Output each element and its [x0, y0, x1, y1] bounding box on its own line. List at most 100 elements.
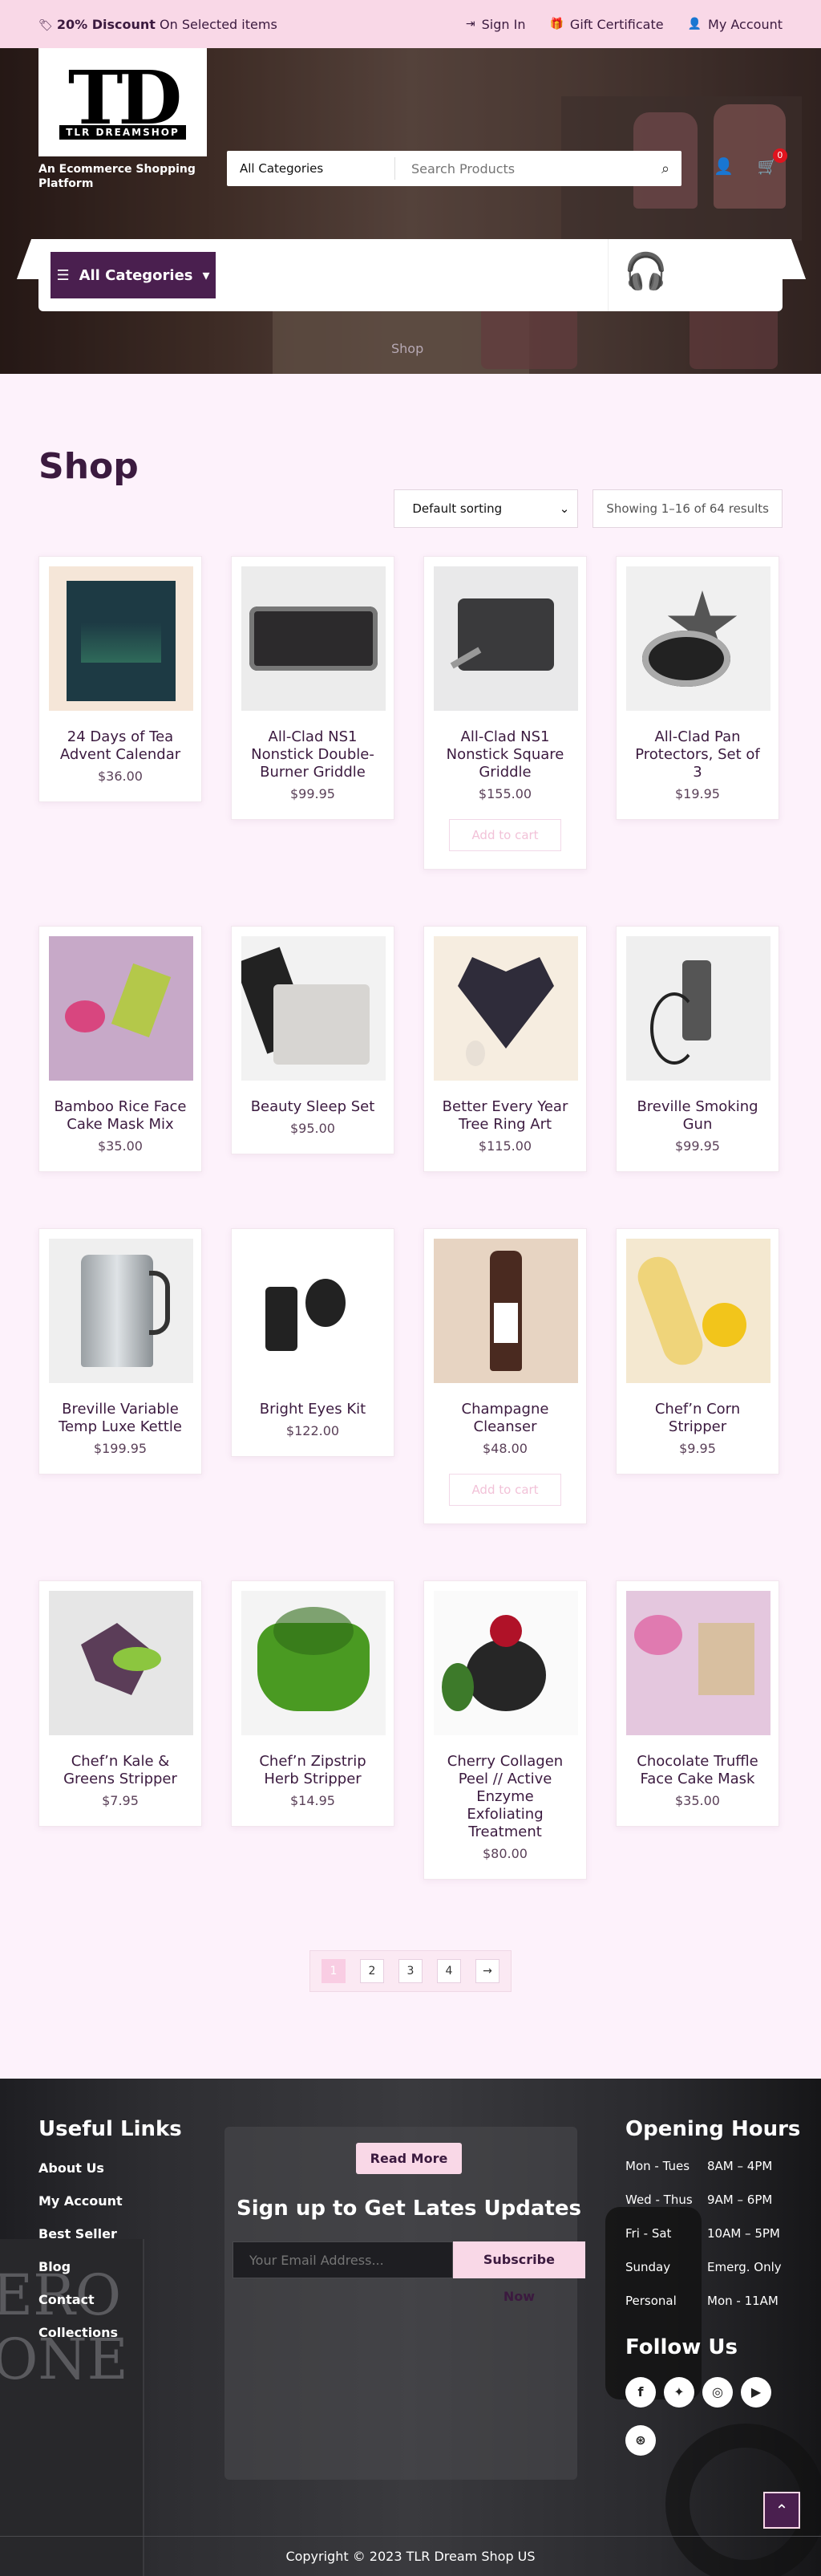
product-image[interactable]: [434, 936, 578, 1081]
subscribe-button[interactable]: Subscribe Now: [452, 2241, 585, 2304]
footer-link[interactable]: About Us: [38, 2160, 182, 2176]
product-title[interactable]: Chef’n Kale & Greens Stripper: [49, 1753, 192, 1788]
gift-certificate-link[interactable]: 🎁 Gift Certificate: [549, 17, 663, 32]
page-link[interactable]: 3: [398, 1959, 423, 1983]
product-price: $155.00: [478, 786, 532, 801]
add-to-cart-button[interactable]: Add to cart: [449, 1474, 561, 1506]
product-title[interactable]: Beauty Sleep Set: [241, 1098, 384, 1116]
product-image[interactable]: [49, 1591, 193, 1735]
product-card[interactable]: All-Clad Pan Protectors, Set of 3 $19.95: [616, 556, 779, 820]
category-select[interactable]: All Categories: [227, 157, 395, 180]
hours-day: Sunday: [625, 2260, 671, 2274]
product-title[interactable]: All-Clad NS1 Nonstick Double-Burner Grid…: [241, 728, 384, 781]
dribbble-icon[interactable]: ⊛: [625, 2425, 656, 2456]
product-title[interactable]: All-Clad Pan Protectors, Set of 3: [626, 728, 769, 781]
page-link[interactable]: 1: [322, 1959, 346, 1983]
product-card[interactable]: Chocolate Truffle Face Cake Mask $35.00: [616, 1580, 779, 1827]
product-title[interactable]: Breville Smoking Gun: [626, 1098, 769, 1134]
product-image[interactable]: [626, 1591, 770, 1735]
product-price: $115.00: [478, 1138, 532, 1154]
product-image[interactable]: [49, 936, 193, 1081]
email-field[interactable]: [233, 2241, 453, 2278]
youtube-icon[interactable]: ▶: [741, 2377, 771, 2408]
product-price: $122.00: [285, 1423, 340, 1438]
product-image[interactable]: [626, 936, 770, 1081]
product-image[interactable]: [241, 936, 386, 1081]
site-logo[interactable]: TD TLR DREAMSHOP: [38, 48, 207, 156]
my-account-link[interactable]: 👤 My Account: [688, 17, 783, 32]
product-image[interactable]: [626, 1239, 770, 1383]
footer-link[interactable]: Blog: [38, 2259, 182, 2274]
hours-time: Emerg. Only: [707, 2260, 782, 2274]
page-link[interactable]: 2: [360, 1959, 384, 1983]
search-icon[interactable]: ⌕: [649, 160, 681, 177]
footer-link[interactable]: Collections: [38, 2325, 182, 2340]
promo-bold: 20% Discount: [56, 16, 156, 32]
product-card[interactable]: 24 Days of Tea Advent Calendar $36.00: [38, 556, 202, 802]
signin-icon: ⇥: [465, 18, 475, 30]
product-title[interactable]: All-Clad NS1 Nonstick Square Griddle: [434, 728, 576, 781]
product-image[interactable]: [49, 566, 193, 711]
cart-icon[interactable]: 🛒 0: [758, 148, 787, 176]
page-link[interactable]: 4: [437, 1959, 461, 1983]
product-price: $14.95: [290, 1793, 335, 1808]
breadcrumb: Shop: [391, 341, 424, 356]
product-card[interactable]: All-Clad NS1 Nonstick Square Griddle $155…: [423, 556, 587, 870]
product-card[interactable]: Chef’n Zipstrip Herb Stripper $14.95: [231, 1580, 394, 1827]
product-image[interactable]: [241, 1239, 386, 1383]
footer-link[interactable]: My Account: [38, 2193, 182, 2209]
footer-link[interactable]: Best Seller: [38, 2226, 182, 2241]
product-image[interactable]: [434, 1239, 578, 1383]
product-title[interactable]: Chef’n Corn Stripper: [626, 1401, 769, 1436]
next-page-arrow-icon[interactable]: →: [475, 1959, 499, 1983]
product-title[interactable]: Bamboo Rice Face Cake Mask Mix: [49, 1098, 192, 1134]
hours-time: Mon - 11AM: [707, 2294, 779, 2308]
search-bar: All Categories ⌕: [227, 151, 681, 186]
newsletter-title: Sign up to Get Lates Updates: [237, 2197, 581, 2221]
product-card[interactable]: Chef’n Kale & Greens Stripper $7.95: [38, 1580, 202, 1827]
product-card[interactable]: Breville Variable Temp Luxe Kettle $199.9…: [38, 1228, 202, 1475]
product-title[interactable]: Bright Eyes Kit: [241, 1401, 384, 1418]
search-input[interactable]: [395, 160, 649, 176]
product-card[interactable]: Beauty Sleep Set $95.00: [231, 926, 394, 1154]
product-title[interactable]: Cherry Collagen Peel // Active Enzyme Ex…: [434, 1753, 576, 1841]
add-to-cart-button[interactable]: Add to cart: [449, 819, 561, 851]
product-price: $36.00: [98, 769, 143, 784]
product-price: $35.00: [675, 1793, 720, 1808]
read-more-button[interactable]: Read More: [355, 2143, 463, 2174]
opening-hours-title: Opening Hours: [625, 2117, 801, 2141]
product-image[interactable]: [241, 566, 386, 711]
product-image[interactable]: [626, 566, 770, 711]
product-card[interactable]: Bright Eyes Kit $122.00: [231, 1228, 394, 1457]
facebook-icon[interactable]: f: [625, 2377, 656, 2408]
product-price: $95.00: [290, 1121, 335, 1136]
product-card[interactable]: Chef’n Corn Stripper $9.95: [616, 1228, 779, 1475]
product-image[interactable]: [49, 1239, 193, 1383]
product-image[interactable]: [434, 566, 578, 711]
product-card[interactable]: Cherry Collagen Peel // Active Enzyme Ex…: [423, 1580, 587, 1880]
product-price: $199.95: [93, 1441, 148, 1456]
product-title[interactable]: 24 Days of Tea Advent Calendar: [49, 728, 192, 764]
account-label: My Account: [708, 16, 783, 32]
product-card[interactable]: Bamboo Rice Face Cake Mask Mix $35.00: [38, 926, 202, 1172]
product-image[interactable]: [241, 1591, 386, 1735]
all-categories-button[interactable]: ☰ All Categories ▾: [51, 252, 216, 298]
user-icon[interactable]: 👤: [714, 156, 734, 176]
footer-link[interactable]: Contact: [38, 2292, 182, 2307]
product-card[interactable]: Breville Smoking Gun $99.95: [616, 926, 779, 1172]
sorting-select[interactable]: Default sorting ⌄: [394, 489, 579, 528]
twitter-icon[interactable]: ✦: [664, 2377, 694, 2408]
product-title[interactable]: Better Every Year Tree Ring Art: [434, 1098, 576, 1134]
product-price: $99.95: [290, 786, 335, 801]
scroll-to-top-button[interactable]: ⌃: [763, 2492, 800, 2529]
product-card[interactable]: Better Every Year Tree Ring Art $115.00: [423, 926, 587, 1172]
signin-link[interactable]: ⇥ Sign In: [466, 17, 526, 32]
product-title[interactable]: Chef’n Zipstrip Herb Stripper: [241, 1753, 384, 1788]
instagram-icon[interactable]: ◎: [702, 2377, 733, 2408]
product-card[interactable]: Champagne Cleanser $48.00 Add to cart: [423, 1228, 587, 1524]
product-title[interactable]: Chocolate Truffle Face Cake Mask: [626, 1753, 769, 1788]
product-title[interactable]: Breville Variable Temp Luxe Kettle: [49, 1401, 192, 1436]
product-image[interactable]: [434, 1591, 578, 1735]
product-title[interactable]: Champagne Cleanser: [434, 1401, 576, 1436]
product-card[interactable]: All-Clad NS1 Nonstick Double-Burner Grid…: [231, 556, 394, 820]
